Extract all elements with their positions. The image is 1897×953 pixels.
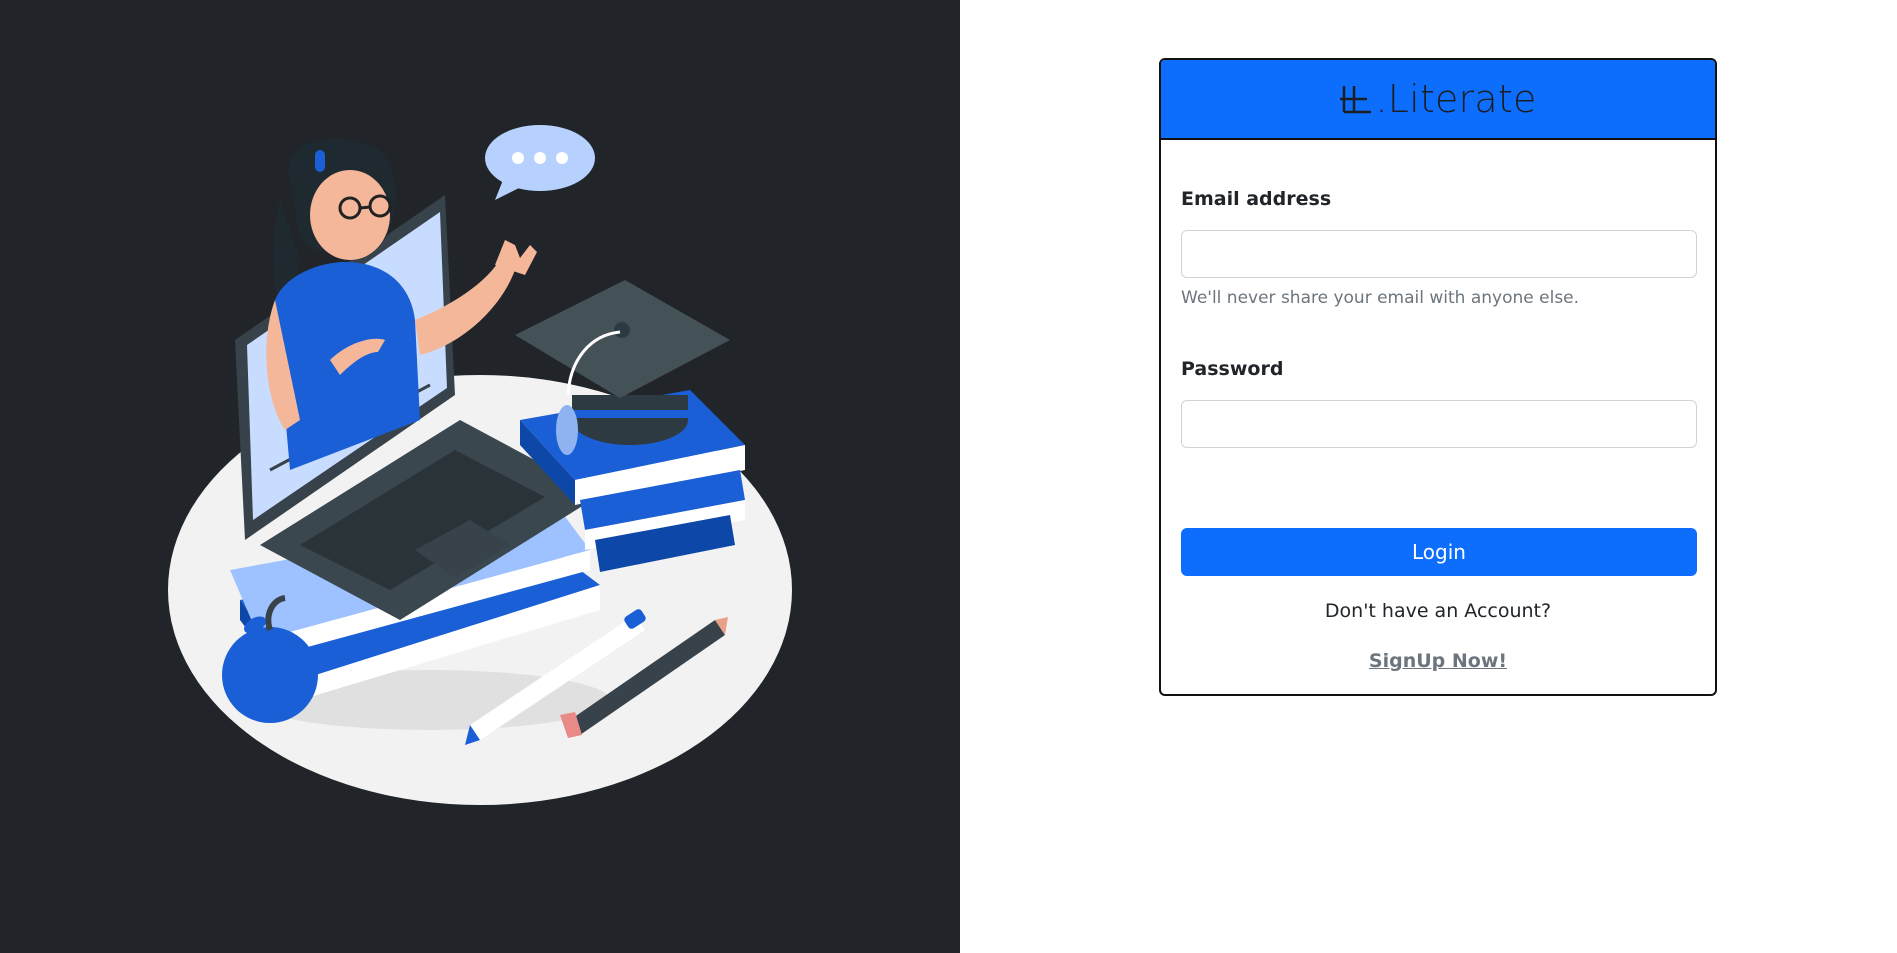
brand-name: .Literate bbox=[1375, 77, 1537, 121]
email-label: Email address bbox=[1181, 188, 1332, 210]
login-card: .Literate Email address We'll never shar… bbox=[1159, 58, 1717, 696]
brand: .Literate bbox=[1339, 77, 1536, 121]
email-input[interactable] bbox=[1181, 230, 1697, 278]
password-label: Password bbox=[1181, 358, 1284, 380]
password-input[interactable] bbox=[1181, 400, 1697, 448]
illustration-panel bbox=[0, 0, 960, 953]
online-teacher-illustration bbox=[168, 125, 792, 805]
card-header: .Literate bbox=[1161, 60, 1715, 140]
literate-logo-icon bbox=[1340, 86, 1372, 114]
signup-prompt: Don't have an Account? bbox=[1324, 600, 1552, 622]
signup-link[interactable]: SignUp Now! bbox=[1161, 650, 1715, 672]
login-button[interactable]: Login bbox=[1181, 528, 1697, 576]
email-help-text: We'll never share your email with anyone… bbox=[1181, 288, 1580, 308]
